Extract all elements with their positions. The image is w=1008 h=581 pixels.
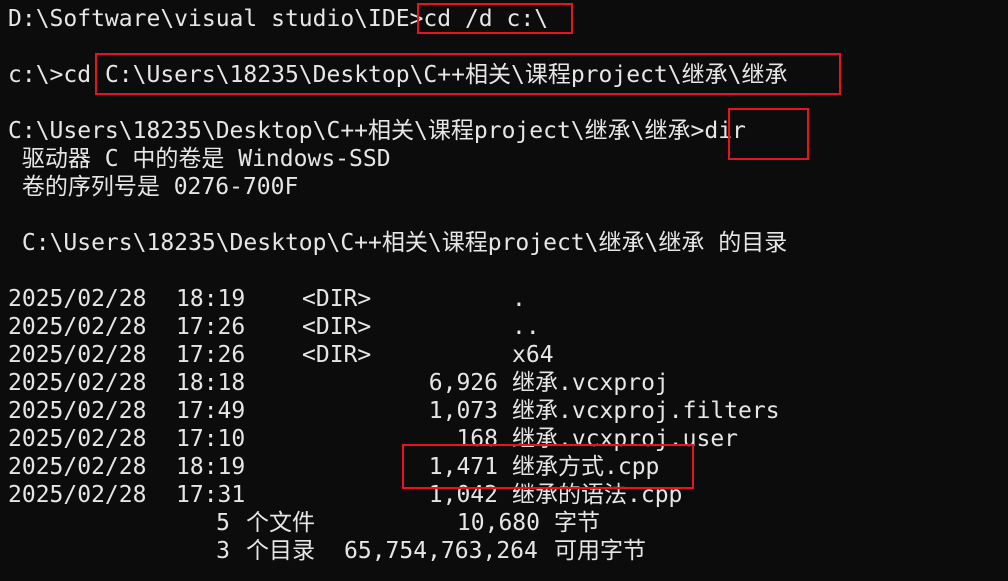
- entry-type: <DIR>: [302, 342, 372, 368]
- volume-label-line: 驱动器 C 中的卷是 Windows-SSD: [8, 146, 391, 172]
- entry-name: 继承.vcxproj.filters: [512, 398, 780, 424]
- entry-name: x64: [512, 342, 554, 368]
- command-text: cd /d c:\: [423, 6, 549, 32]
- dirs-count: 3: [216, 538, 230, 564]
- entry-name: 继承.vcxproj.user: [512, 426, 739, 452]
- entry-date: 2025/02/28: [8, 286, 147, 312]
- free-label: 可用字节: [554, 538, 646, 564]
- command-text: C:\Users\18235\Desktop\C++相关\课程project\继…: [91, 62, 788, 88]
- entry-name: .: [512, 286, 526, 312]
- entry-name: 继承的语法.cpp: [512, 482, 683, 508]
- entry-time: 17:26: [176, 314, 246, 340]
- entry-date: 2025/02/28: [8, 454, 147, 480]
- entry-type: <DIR>: [302, 286, 372, 312]
- entry-name: ..: [512, 314, 540, 340]
- entry-size: 168: [456, 426, 498, 452]
- entry-date: 2025/02/28: [8, 370, 147, 396]
- entry-time: 17:49: [176, 398, 246, 424]
- bytes-label: 字节: [554, 510, 600, 536]
- entry-type: <DIR>: [302, 314, 372, 340]
- entry-size: [400, 341, 498, 369]
- files-count: 5: [216, 510, 230, 536]
- entry-size: [400, 313, 498, 341]
- directory-of-line: C:\Users\18235\Desktop\C++相关\课程project\继…: [8, 230, 788, 256]
- prompt: C:\Users\18235\Desktop\C++相关\课程project\继…: [8, 118, 691, 144]
- volume-serial-line: 卷的序列号是 0276-700F: [8, 174, 299, 200]
- entry-name: 继承方式.cpp: [512, 454, 660, 480]
- entry-time: 18:19: [176, 286, 246, 312]
- prompt: c:\>cd: [8, 62, 92, 88]
- entry-time: 17:26: [176, 342, 246, 368]
- entry-size: 1,073: [428, 398, 498, 424]
- entry-time: 17:10: [176, 426, 246, 452]
- entry-time: 17:31: [176, 482, 246, 508]
- entry-size: [400, 285, 498, 313]
- dirs-label: 个目录: [246, 538, 315, 564]
- prompt: D:\Software\visual studio\IDE>: [8, 6, 424, 32]
- entry-date: 2025/02/28: [8, 426, 147, 452]
- entry-size: 6,926: [428, 370, 498, 396]
- entry-time: 18:19: [176, 454, 246, 480]
- entry-name: 继承.vcxproj: [512, 370, 669, 396]
- entry-size: 1,471: [428, 454, 498, 480]
- entry-date: 2025/02/28: [8, 398, 147, 424]
- command-line-2: c:\>cd C:\Users\18235\Desktop\C++相关\课程pr…: [8, 61, 787, 89]
- terminal-window[interactable]: D:\Software\visual studio\IDE>cd /d c:\ …: [0, 0, 1008, 581]
- entry-size: 1,042: [428, 482, 498, 508]
- entry-date: 2025/02/28: [8, 314, 147, 340]
- files-label: 个文件: [246, 510, 315, 536]
- command-line-1: D:\Software\visual studio\IDE>cd /d c:\: [8, 5, 548, 33]
- command-line-3: C:\Users\18235\Desktop\C++相关\课程project\继…: [8, 117, 746, 145]
- entry-date: 2025/02/28: [8, 342, 147, 368]
- entry-date: 2025/02/28: [8, 482, 147, 508]
- free-bytes: 65,754,763,264: [344, 538, 538, 564]
- files-bytes: 10,680: [456, 510, 540, 536]
- command-text: >dir: [690, 118, 746, 144]
- entry-time: 18:18: [176, 370, 246, 396]
